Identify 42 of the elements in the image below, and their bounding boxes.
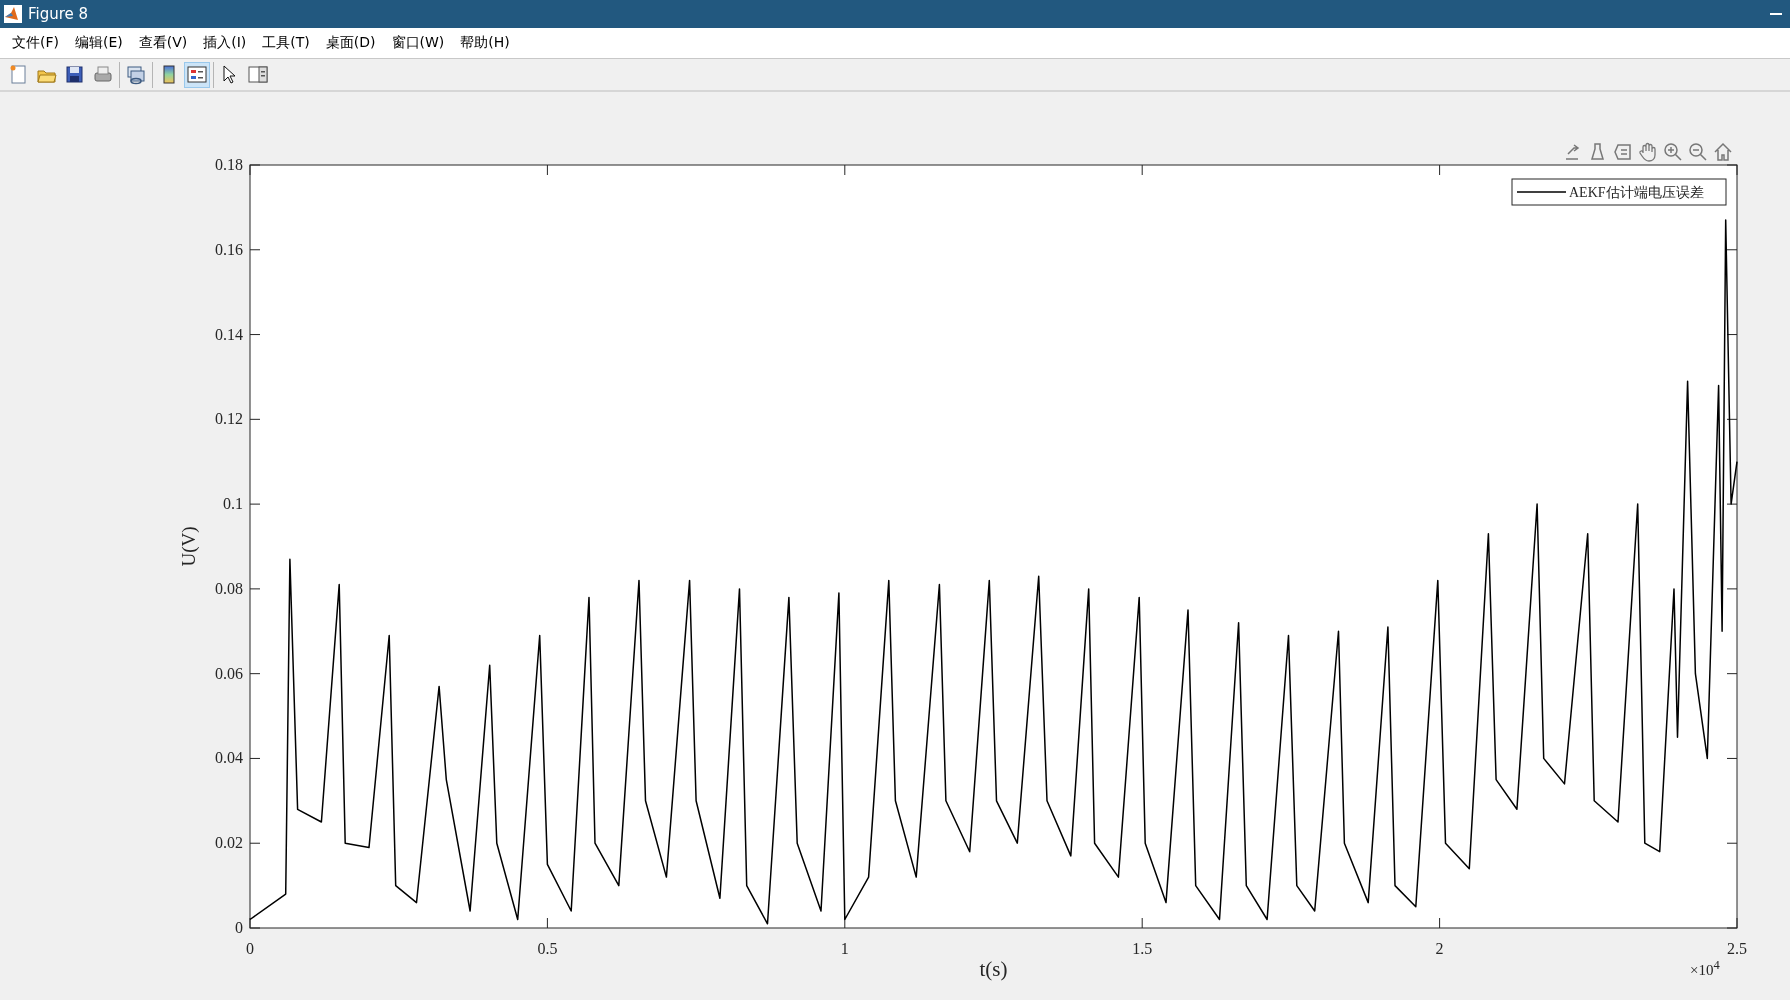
y-tick-label: 0.1 xyxy=(223,495,243,513)
menu-item[interactable]: 插入(I) xyxy=(195,31,255,55)
x-tick-label: 0 xyxy=(246,940,254,957)
y-tick-label: 0.06 xyxy=(215,664,243,682)
y-tick-label: 0.02 xyxy=(215,834,243,852)
y-tick-label: 0.16 xyxy=(215,240,243,258)
app-logo-icon xyxy=(4,5,22,23)
window-title: Figure 8 xyxy=(28,5,90,23)
y-tick-label: 0.14 xyxy=(215,325,243,343)
legend-icon xyxy=(186,64,208,85)
hand-icon[interactable] xyxy=(1639,142,1656,162)
menu-item[interactable]: 工具(T) xyxy=(254,31,318,55)
y-tick-label: 0.18 xyxy=(215,156,243,173)
menu-item[interactable]: 查看(V) xyxy=(130,31,196,55)
menu-item[interactable]: 桌面(D) xyxy=(317,31,384,55)
windows-link-icon xyxy=(125,64,147,85)
y-tick-label: 0.04 xyxy=(215,749,243,767)
home-icon[interactable] xyxy=(1714,142,1732,161)
data-tip-icon[interactable] xyxy=(1614,144,1631,160)
x-tick-label: 2.5 xyxy=(1727,940,1747,957)
menu-item[interactable]: 帮助(H) xyxy=(452,31,518,55)
menu-item[interactable]: 文件(F) xyxy=(4,31,67,55)
legend-line-sample xyxy=(1516,191,1567,193)
y-tick-label: 0.12 xyxy=(215,410,243,428)
toolbar-button[interactable] xyxy=(184,61,210,88)
y-tick-label: 0 xyxy=(235,919,243,936)
zoom-out-icon[interactable] xyxy=(1689,143,1707,161)
legend-label: AEKF估计端电压误差 xyxy=(1569,185,1704,200)
x-tick-label: 1 xyxy=(840,940,849,957)
y-axis-label: U(V) xyxy=(178,526,199,567)
panel-icon xyxy=(247,64,269,85)
printer-icon xyxy=(92,64,114,85)
x-tick-label: 2 xyxy=(1435,940,1444,957)
menu-item[interactable]: 编辑(E) xyxy=(67,31,131,55)
x-tick-label: 0.5 xyxy=(537,940,558,957)
zoom-in-icon[interactable] xyxy=(1664,143,1682,161)
x-axis-label: t(s) xyxy=(979,957,1008,981)
x-tick-label: 1.5 xyxy=(1132,940,1153,957)
export-icon[interactable] xyxy=(1565,144,1580,160)
y-tick-label: 0.08 xyxy=(215,579,243,597)
menu-item[interactable]: 窗口(W) xyxy=(383,31,453,55)
axis-exponent: ×10$^{4}$ xyxy=(1690,958,1720,979)
